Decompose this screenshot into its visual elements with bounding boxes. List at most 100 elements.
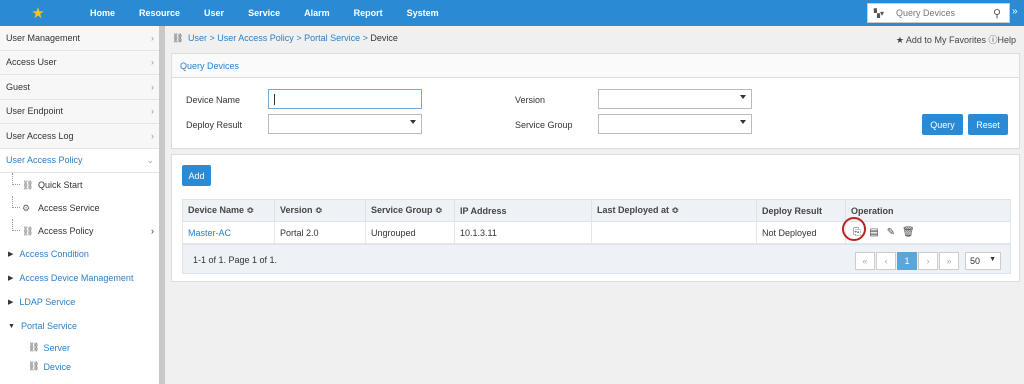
first-page-icon[interactable]: « xyxy=(855,252,875,270)
page-size-select[interactable]: 50 ▼ xyxy=(965,252,1001,270)
search-icon[interactable]: ⚲ xyxy=(993,7,1009,20)
next-page-icon[interactable]: › xyxy=(918,252,938,270)
device-table: Device Name ≎ Version ≎ Service Group ≎ … xyxy=(182,199,1011,244)
add-button[interactable]: Add xyxy=(182,165,211,186)
cell-device-name[interactable]: Master-AC xyxy=(182,221,275,244)
sidebar-item-label: Access User xyxy=(6,57,57,68)
sidebar-item-user-access-policy[interactable]: User Access Policy ⌄ xyxy=(0,148,160,173)
reset-button[interactable]: Reset xyxy=(968,114,1008,135)
cell-service-group: Ungrouped xyxy=(365,221,455,244)
sidebar-subitem-device[interactable]: ⛓ Device xyxy=(0,357,160,376)
sidebar-section-access-device-management[interactable]: ▶ Access Device Management xyxy=(0,266,160,290)
breadcrumb-user[interactable]: User xyxy=(188,33,207,43)
sidebar-item-label: User Management xyxy=(6,32,81,43)
sidebar-section-access-condition[interactable]: ▶ Access Condition xyxy=(0,242,160,266)
caret-right-icon: ▶ xyxy=(8,299,14,306)
collapse-chevron-icon[interactable]: » xyxy=(1012,6,1018,17)
search-input[interactable] xyxy=(890,8,993,18)
nav-user[interactable]: User xyxy=(204,8,224,18)
col-service-group[interactable]: Service Group ≎ xyxy=(365,199,455,222)
sidebar-item-label: Guest xyxy=(6,81,31,92)
sidebar-subitem-label: Quick Start xyxy=(38,179,83,190)
col-operation: Operation xyxy=(845,199,1011,222)
top-navigation-bar: ★ Home Resource User Service Alarm Repor… xyxy=(0,0,1024,26)
breadcrumb-icon: ⛓ xyxy=(172,33,184,43)
operation-icons: ⎘ ▤ ✎ 🗑 xyxy=(851,227,1010,238)
service-group-label: Service Group xyxy=(515,120,573,130)
prev-page-icon[interactable]: ‹ xyxy=(876,252,896,270)
favorites-help: ★ Add to My Favorites ⓘHelp xyxy=(896,33,1016,46)
breadcrumb-separator: > xyxy=(209,33,215,43)
section-label: Portal Service xyxy=(20,321,77,331)
sidebar-subitem-access-policy[interactable]: ⛓ Access Policy › xyxy=(0,219,160,242)
sidebar-item-label: User Endpoint xyxy=(6,106,64,117)
caret-down-icon: ▼ xyxy=(8,322,15,330)
table-header-row: Device Name ≎ Version ≎ Service Group ≎ … xyxy=(182,199,1011,222)
version-select[interactable] xyxy=(598,89,752,109)
nav-resource[interactable]: Resource xyxy=(139,8,180,18)
nav-alarm[interactable]: Alarm xyxy=(304,8,330,18)
favorite-star-icon[interactable]: ★ xyxy=(896,35,904,45)
caret-right-icon: ▶ xyxy=(8,275,14,282)
sidebar-item-user-management[interactable]: User Management › xyxy=(0,26,160,51)
sidebar-item-guest[interactable]: Guest › xyxy=(0,75,160,100)
server-icon: ⛓ xyxy=(28,342,40,352)
chevron-right-icon: › xyxy=(151,57,154,68)
breadcrumb-portal-service[interactable]: Portal Service xyxy=(304,33,360,43)
sidebar-section-portal-service[interactable]: ▼ Portal Service xyxy=(0,314,160,338)
version-label: Version xyxy=(515,95,546,105)
sidebar-subitem-quick-start[interactable]: ⛓ Quick Start xyxy=(0,173,160,196)
cell-ip: 10.1.3.11 xyxy=(454,221,592,244)
col-version[interactable]: Version ≎ xyxy=(274,199,366,222)
add-favorites-link[interactable]: Add to My Favorites xyxy=(906,35,986,45)
star-logo-icon[interactable]: ★ xyxy=(0,0,76,26)
chevron-right-icon: › xyxy=(151,81,154,92)
top-menu: Home Resource User Service Alarm Report … xyxy=(76,0,463,26)
device-name-input[interactable] xyxy=(268,89,422,109)
nav-home[interactable]: Home xyxy=(90,8,115,18)
sidebar-item-label: User Access Log xyxy=(6,130,74,141)
page-number-button[interactable]: 1 xyxy=(897,252,917,270)
breadcrumb-separator: > xyxy=(296,33,302,43)
sidebar-subitem-label: Access Policy xyxy=(38,225,94,236)
nav-service[interactable]: Service xyxy=(248,8,280,18)
sidebar-item-label: User Access Policy xyxy=(6,155,83,166)
col-device-name[interactable]: Device Name ≎ xyxy=(182,199,275,222)
table-row: Master-AC Portal 2.0 Ungrouped 10.1.3.11… xyxy=(182,221,1011,244)
section-label: Access Condition xyxy=(19,249,89,259)
highlight-circle xyxy=(842,217,866,241)
search-type-dropdown-icon[interactable]: ▚▾ xyxy=(868,9,890,18)
chevron-right-icon: › xyxy=(151,106,154,117)
sidebar-section-ldap-service[interactable]: ▶ LDAP Service xyxy=(0,290,160,314)
edit-icon[interactable]: ✎ xyxy=(885,227,897,238)
pagination-summary: 1-1 of 1. Page 1 of 1. xyxy=(193,255,278,265)
help-link[interactable]: Help xyxy=(997,35,1016,45)
sidebar-subitem-label: Access Service xyxy=(38,202,100,213)
nav-system[interactable]: System xyxy=(407,8,439,18)
sidebar-item-user-access-log[interactable]: User Access Log › xyxy=(0,124,160,149)
breadcrumb: ⛓ User > User Access Policy > Portal Ser… xyxy=(172,33,398,44)
query-panel: Query Devices Device Name Version Deploy… xyxy=(171,53,1020,149)
cell-version: Portal 2.0 xyxy=(274,221,366,244)
cell-operation: ⎘ ▤ ✎ 🗑 xyxy=(845,221,1011,244)
detail-icon[interactable]: ▤ xyxy=(868,227,880,238)
deploy-result-select[interactable] xyxy=(268,114,422,134)
service-group-select[interactable] xyxy=(598,114,752,134)
sidebar-scrollbar[interactable] xyxy=(159,26,165,384)
col-ip-address: IP Address xyxy=(454,199,592,222)
delete-icon[interactable]: 🗑 xyxy=(902,227,915,238)
sidebar-subitem-access-service[interactable]: ⚙ Access Service xyxy=(0,196,160,219)
breadcrumb-separator: > xyxy=(362,33,368,43)
caret-right-icon: ▶ xyxy=(8,251,14,258)
sidebar-subitem-server[interactable]: ⛓ Server xyxy=(0,338,160,357)
nav-report[interactable]: Report xyxy=(354,8,383,18)
device-name-label: Device Name xyxy=(186,95,241,105)
query-button[interactable]: Query xyxy=(922,114,963,135)
breadcrumb-user-access-policy[interactable]: User Access Policy xyxy=(217,33,294,43)
col-last-deployed[interactable]: Last Deployed at ≎ xyxy=(591,199,757,222)
chevron-down-icon: ⌄ xyxy=(146,154,154,165)
dropdown-arrow-icon xyxy=(410,120,416,124)
sidebar-item-access-user[interactable]: Access User › xyxy=(0,50,160,75)
sidebar-item-user-endpoint[interactable]: User Endpoint › xyxy=(0,99,160,124)
last-page-icon[interactable]: » xyxy=(939,252,959,270)
